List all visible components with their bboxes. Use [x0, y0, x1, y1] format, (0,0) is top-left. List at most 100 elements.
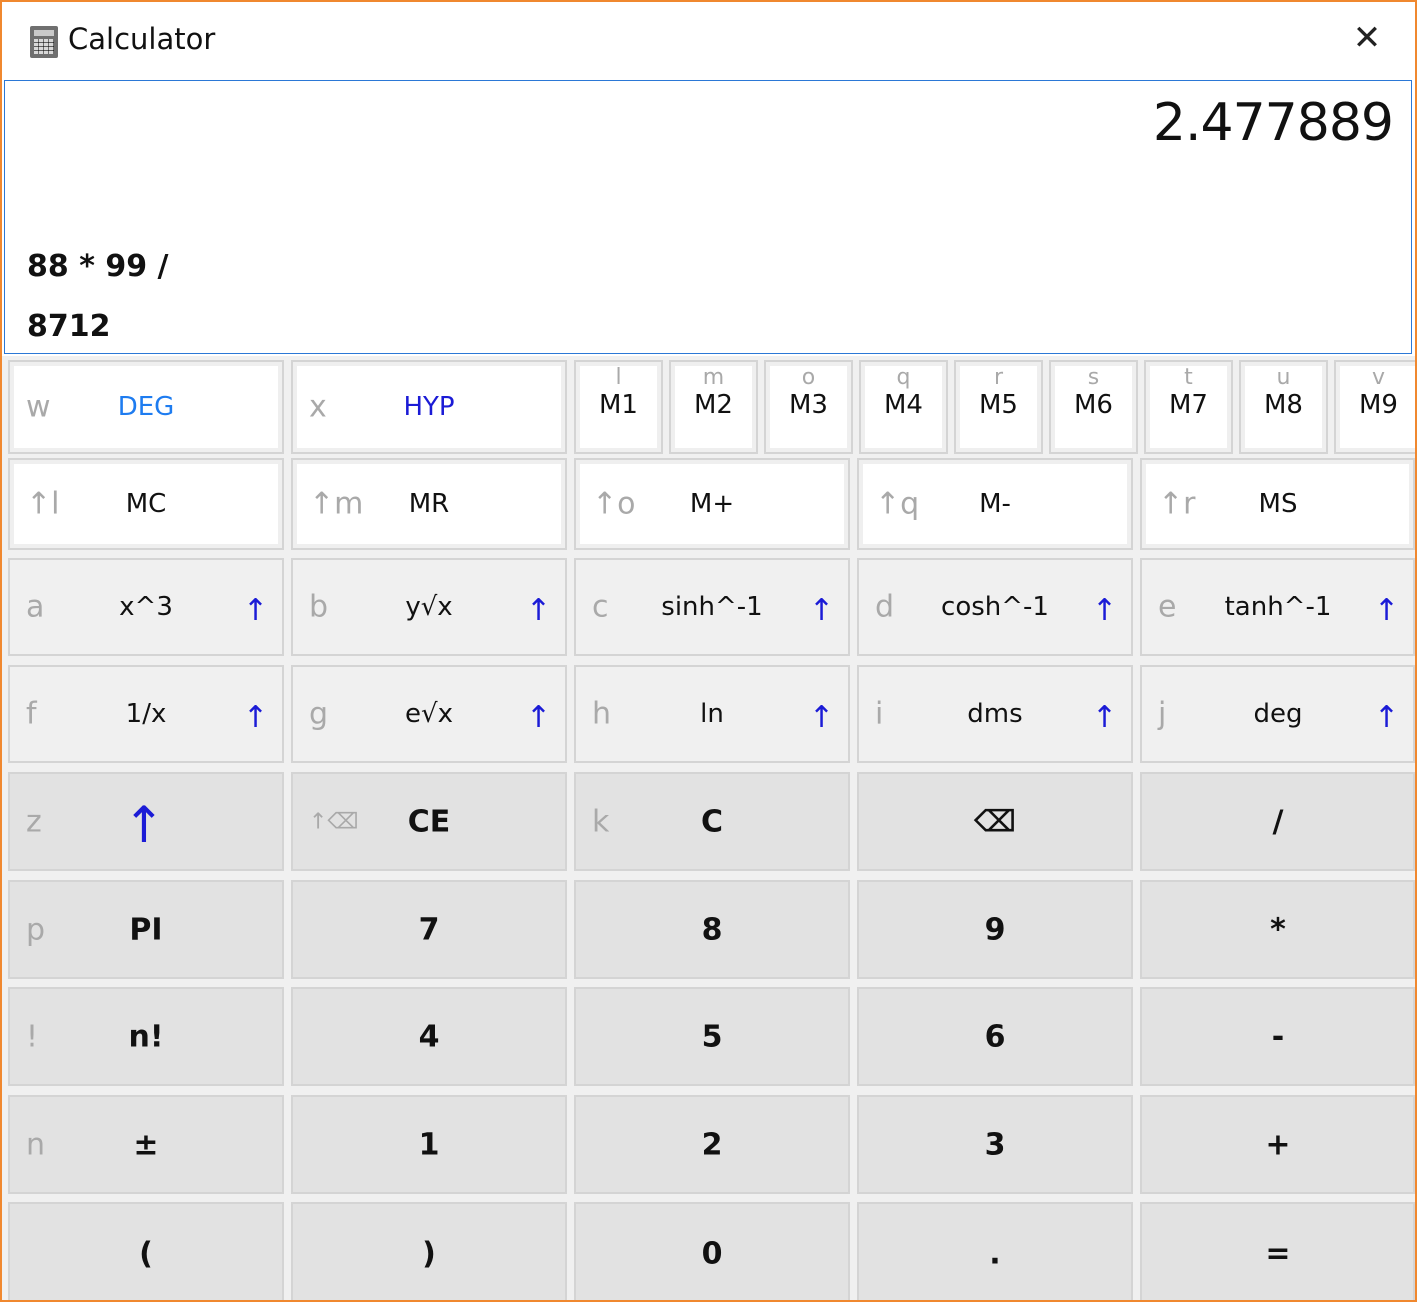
deg-button[interactable]: w DEG — [8, 360, 284, 454]
memory-slot-2-button[interactable]: m M2 — [669, 360, 758, 454]
key-label: M7 — [1169, 390, 1208, 420]
shift-arrow-icon: ↑ — [525, 593, 551, 628]
key-label: n! — [128, 1019, 164, 1054]
key-label: x^3 — [119, 592, 173, 622]
shift-button[interactable]: z ↑ — [8, 772, 284, 871]
backspace-button[interactable]: ⌫ — [857, 772, 1133, 871]
shift-arrow-icon: ↑ — [1373, 593, 1399, 628]
key-label: + — [1265, 1127, 1291, 1162]
key-label: cosh^-1 — [941, 592, 1049, 622]
digit-3-button[interactable]: 3 — [857, 1095, 1133, 1194]
key-hint: x — [309, 389, 327, 425]
subtract-button[interactable]: - — [1140, 987, 1415, 1086]
key-hint: ↑o — [592, 486, 636, 522]
key-hint: p — [26, 912, 46, 947]
memory-slot-9-button[interactable]: v M9 — [1334, 360, 1415, 454]
digit-8-button[interactable]: 8 — [574, 880, 850, 979]
multiply-button[interactable]: * — [1140, 880, 1415, 979]
mr-button[interactable]: ↑m MR — [291, 458, 567, 550]
key-label: ) — [422, 1236, 436, 1272]
mc-button[interactable]: ↑l MC — [8, 458, 284, 550]
m-minus-button[interactable]: ↑q M- — [857, 458, 1133, 550]
memory-slot-5-button[interactable]: r M5 — [954, 360, 1043, 454]
close-paren-button[interactable]: ) — [291, 1202, 567, 1300]
key-hint: b — [309, 589, 329, 625]
ln-button[interactable]: h ln ↑ — [574, 665, 850, 763]
close-icon[interactable]: ✕ — [1347, 18, 1387, 58]
digit-2-button[interactable]: 2 — [574, 1095, 850, 1194]
deg-func-button[interactable]: j deg ↑ — [1140, 665, 1415, 763]
m-plus-button[interactable]: ↑o M+ — [574, 458, 850, 550]
key-label: = — [1265, 1236, 1291, 1272]
key-hint: u — [1276, 365, 1291, 390]
key-label: PI — [129, 912, 163, 947]
key-label: M9 — [1359, 390, 1398, 420]
calculator-app-icon — [30, 26, 58, 58]
equals-button[interactable]: = — [1140, 1202, 1415, 1300]
memory-slot-6-button[interactable]: s M6 — [1049, 360, 1138, 454]
key-hint: m — [702, 365, 725, 390]
acosh-button[interactable]: d cosh^-1 ↑ — [857, 558, 1133, 656]
key-hint: ↑r — [1158, 486, 1196, 522]
ce-button[interactable]: ↑⌫ CE — [291, 772, 567, 871]
dms-button[interactable]: i dms ↑ — [857, 665, 1133, 763]
ms-button[interactable]: ↑r MS — [1140, 458, 1415, 550]
memory-slot-1-button[interactable]: l M1 — [574, 360, 663, 454]
memory-slot-8-button[interactable]: u M8 — [1239, 360, 1328, 454]
digit-6-button[interactable]: 6 — [857, 987, 1133, 1086]
key-hint: s — [1087, 365, 1100, 390]
key-label: MS — [1258, 489, 1298, 519]
digit-9-button[interactable]: 9 — [857, 880, 1133, 979]
digit-1-button[interactable]: 1 — [291, 1095, 567, 1194]
divide-button[interactable]: / — [1140, 772, 1415, 871]
y-root-x-button[interactable]: b y√x ↑ — [291, 558, 567, 656]
shift-arrow-icon: ↑ — [1091, 593, 1117, 628]
key-hint: d — [875, 589, 895, 625]
key-hint: a — [26, 589, 45, 625]
key-label: 3 — [984, 1127, 1006, 1162]
key-hint: ↑q — [875, 486, 920, 522]
key-label: ⌫ — [973, 804, 1017, 839]
reciprocal-button[interactable]: f 1/x ↑ — [8, 665, 284, 763]
key-label: 5 — [701, 1019, 723, 1054]
hyp-button[interactable]: x HYP — [291, 360, 567, 454]
key-label: M1 — [599, 390, 638, 420]
memory-slot-7-button[interactable]: t M7 — [1144, 360, 1233, 454]
digit-7-button[interactable]: 7 — [291, 880, 567, 979]
pi-button[interactable]: p PI — [8, 880, 284, 979]
shift-arrow-icon: ↑ — [525, 700, 551, 735]
plus-minus-button[interactable]: n ± — [8, 1095, 284, 1194]
memory-slot-3-button[interactable]: o M3 — [764, 360, 853, 454]
shift-arrow-icon: ↑ — [1373, 700, 1399, 735]
factorial-button[interactable]: ! n! — [8, 987, 284, 1086]
digit-5-button[interactable]: 5 — [574, 987, 850, 1086]
x-cubed-button[interactable]: a x^3 ↑ — [8, 558, 284, 656]
key-hint: i — [875, 696, 884, 732]
key-hint: r — [993, 365, 1004, 390]
e-root-x-button[interactable]: g e√x ↑ — [291, 665, 567, 763]
expression-line-1: 88 * 99 / — [27, 249, 169, 284]
open-paren-button[interactable]: ( — [8, 1202, 284, 1300]
key-hint: ↑⌫ — [309, 809, 359, 834]
shift-arrow-icon: ↑ — [242, 593, 268, 628]
digit-4-button[interactable]: 4 — [291, 987, 567, 1086]
add-button[interactable]: + — [1140, 1095, 1415, 1194]
display-panel: 2.477889 88 * 99 / 8712 — [4, 80, 1412, 354]
asinh-button[interactable]: c sinh^-1 ↑ — [574, 558, 850, 656]
key-label: / — [1272, 804, 1284, 839]
atanh-button[interactable]: e tanh^-1 ↑ — [1140, 558, 1415, 656]
key-label: M6 — [1074, 390, 1113, 420]
clear-button[interactable]: kC — [574, 772, 850, 871]
digit-0-button[interactable]: 0 — [574, 1202, 850, 1300]
keypad: w DEG x HYP l M1 m M2 o M3 q M4 r M5 s M6 t M7 u M8 v M9 ↑… — [2, 356, 1415, 1300]
key-label: tanh^-1 — [1224, 592, 1332, 622]
key-label: 1/x — [125, 699, 167, 729]
key-hint: j — [1158, 696, 1167, 732]
memory-slot-4-button[interactable]: q M4 — [859, 360, 948, 454]
key-label: sinh^-1 — [661, 592, 763, 622]
key-label: M2 — [694, 390, 733, 420]
key-label: 4 — [418, 1019, 440, 1054]
key-hint: q — [896, 365, 911, 390]
decimal-button[interactable]: . — [857, 1202, 1133, 1300]
key-label: 9 — [984, 912, 1006, 947]
